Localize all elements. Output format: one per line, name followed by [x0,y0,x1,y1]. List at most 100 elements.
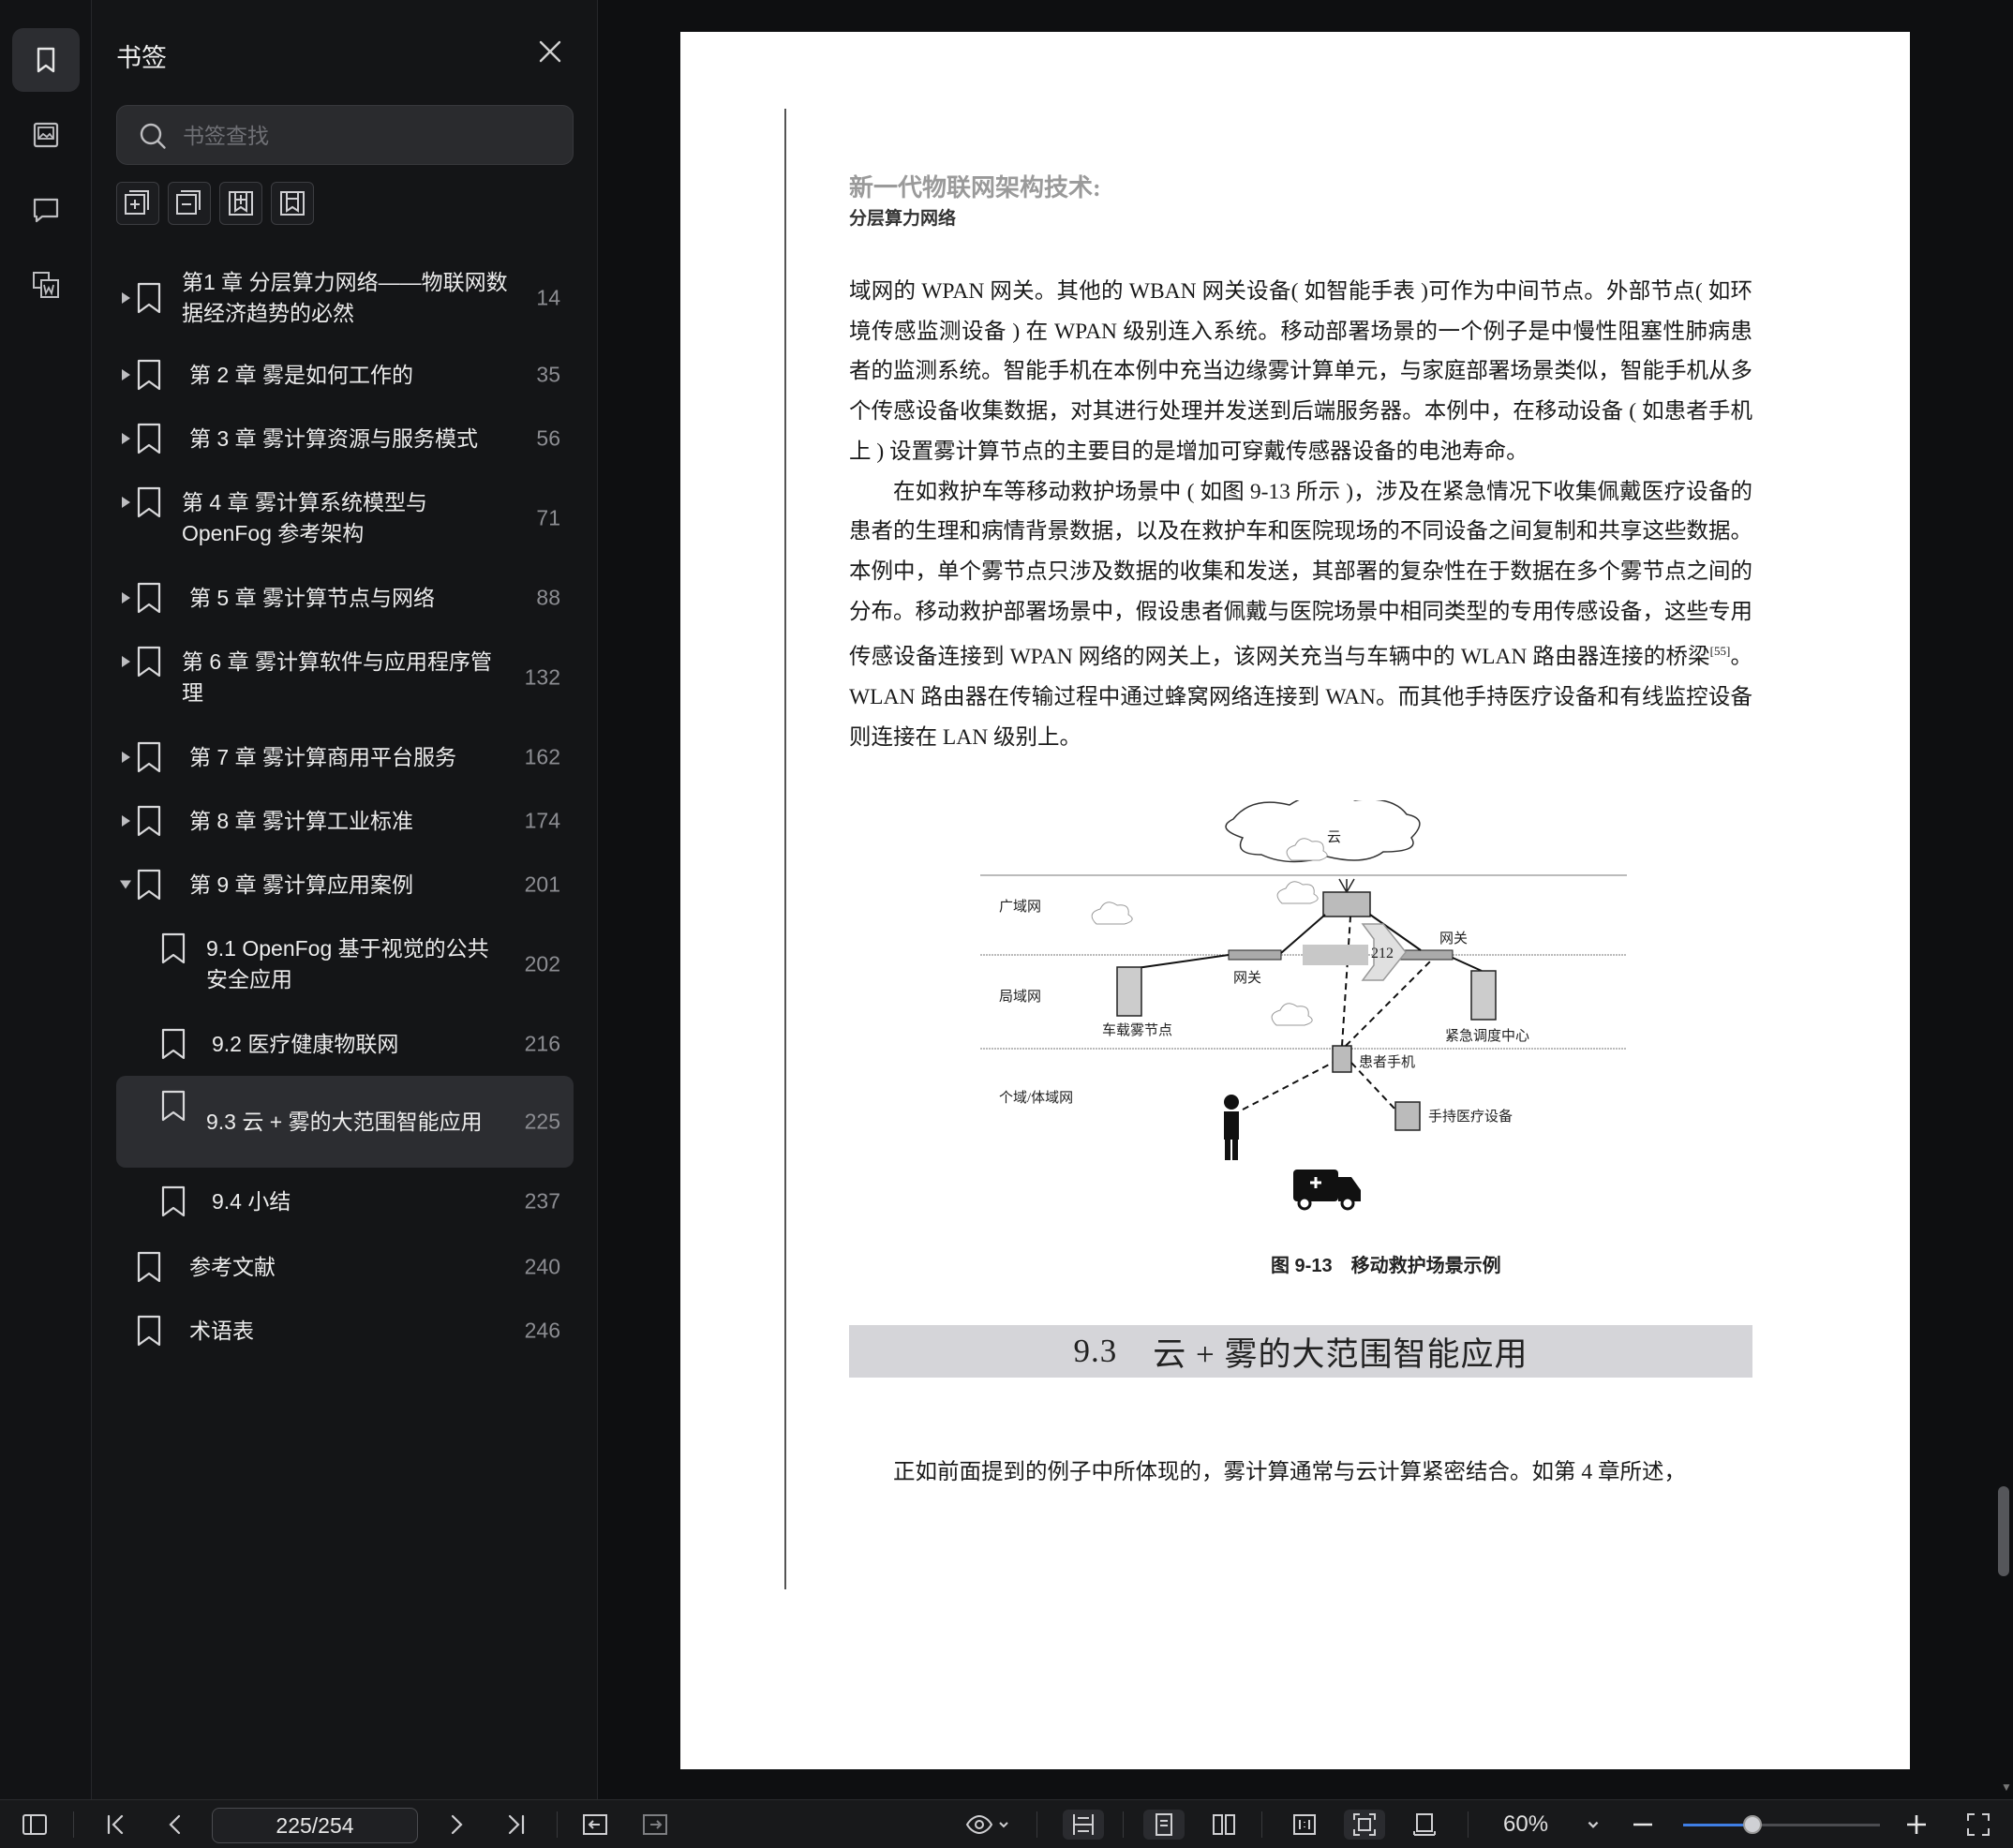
figure-label-wan: 广域网 [999,899,1041,915]
bookmarks-panel: 书签 第1 章 分层算力网络——物联网数据经济趋势的必然 14 [92,0,598,1799]
chevron-right-icon [451,1814,463,1835]
fullscreen-icon [1967,1813,1990,1836]
bottom-toolbar: 225/254 60% [0,1799,2013,1848]
expand-caret-icon[interactable] [122,433,130,444]
last-page-button[interactable] [500,1810,532,1840]
expand-caret-icon[interactable] [122,656,130,667]
first-page-icon [107,1814,124,1835]
word-export-button[interactable] [12,253,80,317]
citation-ref[interactable]: [55] [1710,644,1731,658]
navigate-forward-button[interactable] [639,1810,671,1840]
bookmark-item[interactable]: 第 5 章 雾计算节点与网络 88 [116,566,574,630]
add-bookmark-button[interactable] [219,182,262,225]
collapse-caret-icon[interactable] [120,880,131,889]
bookmark-list: 第1 章 分层算力网络——物联网数据经济趋势的必然 14 第 2 章 雾是如何工… [116,253,574,1363]
fullscreen-button[interactable] [1962,1810,1994,1840]
bookmark-icon [137,282,161,314]
two-page-button[interactable] [1205,1810,1243,1840]
bookmark-item[interactable]: 第 3 章 雾计算资源与服务模式 56 [116,407,574,470]
eye-care-button[interactable] [960,1810,1016,1840]
bookmark-icon [161,1028,186,1060]
previous-page-button[interactable] [159,1810,191,1840]
navigate-back-button[interactable] [579,1810,611,1840]
minus-icon [1633,1823,1652,1826]
bookmark-label: 第 8 章 雾计算工业标准 [189,808,413,833]
paragraph: 正如前面提到的例子中所体现的，雾计算通常与云计算紧密结合。如第 4 章所述， [849,1453,1752,1493]
expand-caret-icon[interactable] [122,752,130,763]
bookmark-page: 237 [524,1188,560,1214]
toggle-sidebar-button[interactable] [19,1810,51,1840]
bookmark-label: 第 3 章 雾计算资源与服务模式 [189,425,478,451]
close-icon[interactable] [536,37,564,66]
bookmark-icon [37,47,55,73]
section-heading: 9.3 云 + 雾的大范围智能应用 [849,1325,1752,1378]
bookmark-item[interactable]: 9.1 OpenFog 基于视觉的公共安全应用 202 [116,917,574,1012]
bookmark-item[interactable]: 第 4 章 雾计算系统模型与 OpenFog 参考架构 71 [116,470,574,566]
expand-caret-icon[interactable] [122,369,130,380]
bookmark-page: 162 [524,744,560,769]
vertical-scrollbar[interactable] [1998,1486,2009,1576]
fit-width-button[interactable] [1063,1810,1104,1840]
toolbar-divider [1261,1811,1262,1838]
zoom-dropdown-button[interactable] [1580,1810,1606,1840]
bookmark-item[interactable]: 参考文献 240 [116,1235,574,1299]
bookmark-search-input[interactable] [183,117,558,155]
forward-arrow-icon [643,1814,667,1835]
toolbar-divider [557,1811,558,1838]
zoom-level[interactable]: 60% [1503,1811,1548,1838]
bookmark-item[interactable]: 第1 章 分层算力网络——物联网数据经济趋势的必然 14 [116,253,574,343]
bookmark-item[interactable]: 9.4 小结 237 [116,1168,574,1235]
bookmark-page: 174 [524,808,560,833]
bookmark-page: 225 [524,1109,560,1134]
single-page-button[interactable] [1143,1810,1185,1840]
next-page-button[interactable] [440,1810,472,1840]
first-page-button[interactable] [99,1810,131,1840]
bookmark-item[interactable]: 9.2 医疗健康物联网 216 [116,1012,574,1076]
bookmark-label: 9.4 小结 [212,1188,291,1214]
paragraph-text: 域网的 WPAN 网关。其他的 WBAN 网关设备( 如智能手表 )可作为中间节… [849,279,1752,464]
bookmark-page: 35 [536,362,560,387]
bookmark-item[interactable]: 术语表 246 [116,1299,574,1363]
bookmark-page: 201 [524,872,560,897]
bookmark-item-selected[interactable]: 9.3 云 + 雾的大范围智能应用 225 [116,1076,574,1168]
bookmark-item[interactable]: 第 8 章 雾计算工业标准 174 [116,789,574,853]
bookmark-page: 202 [524,951,560,976]
sidebar-toggle-icon [22,1814,47,1835]
expand-caret-icon[interactable] [122,292,130,304]
bookmark-item[interactable]: 第 7 章 雾计算商用平台服务 162 [116,725,574,789]
expand-all-button[interactable] [116,182,159,225]
bookmark-item[interactable]: 第 2 章 雾是如何工作的 35 [116,343,574,407]
bookmark-icon [137,423,161,455]
rotate-view-button[interactable] [1406,1810,1443,1840]
page-number-marker: 212 [1303,923,1407,981]
running-title: 新一代物联网架构技术: [849,174,1101,201]
comments-panel-button[interactable] [12,178,80,242]
expand-caret-icon[interactable] [122,592,130,604]
image-icon [33,122,59,148]
zoom-in-button[interactable] [1902,1810,1931,1840]
bookmark-options-button[interactable] [271,182,314,225]
section-title: 云 + 雾的大范围智能应用 [1153,1335,1528,1373]
bookmark-item[interactable]: 第 6 章 雾计算软件与应用程序管理 132 [116,630,574,725]
running-subtitle: 分层算力网络 [849,209,957,229]
bookmark-panel-button[interactable] [12,28,80,92]
search-icon [140,123,166,149]
document-viewport[interactable]: 新一代物联网架构技术: 分层算力网络 域网的 WPAN 网关。其他的 WBAN … [598,0,2013,1799]
zoom-out-button[interactable] [1629,1810,1657,1840]
expand-caret-icon[interactable] [122,497,130,508]
zoom-slider[interactable] [1683,1815,1880,1834]
scroll-down-arrow-icon[interactable]: ▼ [2001,1781,2012,1794]
single-page-icon [1156,1813,1172,1836]
bookmark-page: 56 [536,425,560,451]
actual-size-button[interactable] [1286,1810,1323,1840]
expand-caret-icon[interactable] [122,815,130,827]
thumbnail-panel-button[interactable] [12,103,80,167]
toolbar-divider [1036,1811,1037,1838]
page-number-input[interactable]: 225/254 [212,1808,418,1843]
fit-page-button[interactable] [1344,1810,1385,1840]
bookmark-item[interactable]: 第 9 章 雾计算应用案例 201 [116,853,574,917]
zoom-slider-knob[interactable] [1742,1815,1762,1834]
collapse-all-button[interactable] [168,182,211,225]
add-bookmark-icon [229,191,253,216]
bookmark-label: 第 9 章 雾计算应用案例 [189,872,413,897]
